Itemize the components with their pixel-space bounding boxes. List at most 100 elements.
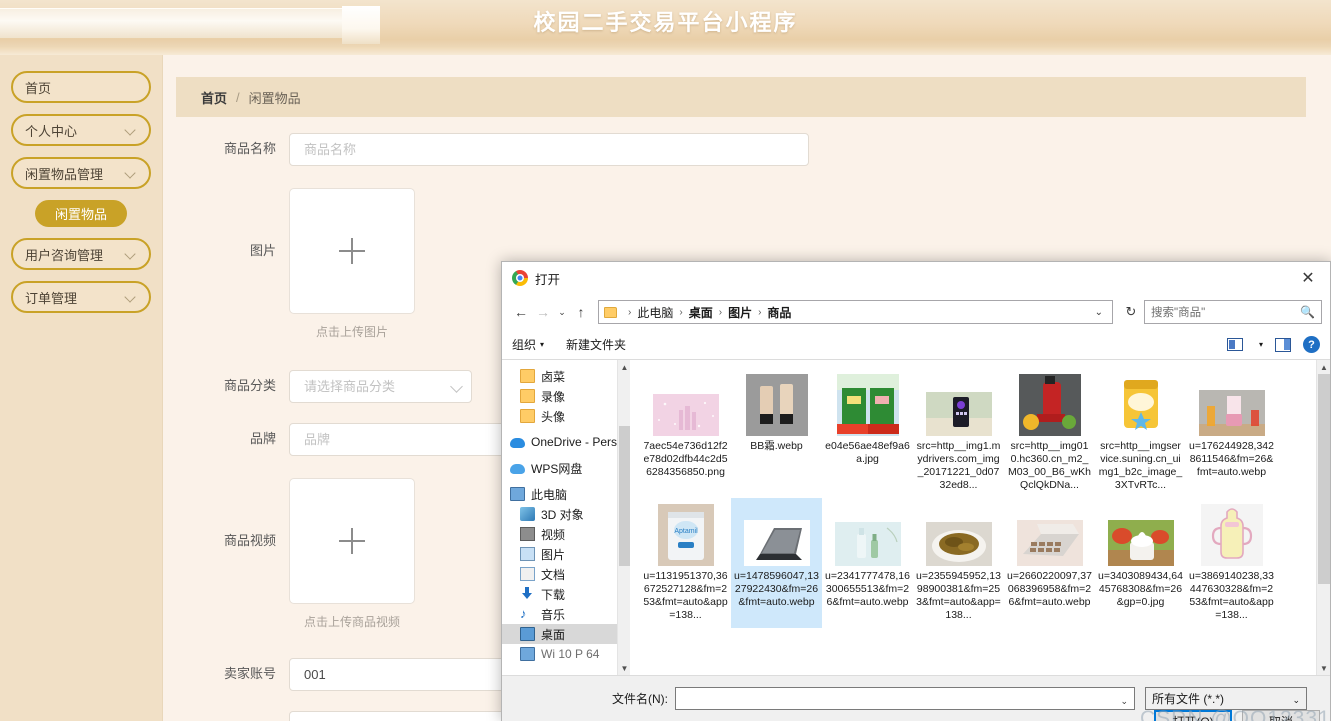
- preview-pane-icon[interactable]: [1275, 337, 1291, 352]
- tree-item-label: 头像: [541, 409, 566, 424]
- filename-input[interactable]: ⌄: [675, 687, 1135, 710]
- folder-icon: [520, 369, 535, 383]
- new-folder-button[interactable]: 新建文件夹: [566, 336, 626, 353]
- file-item[interactable]: BB霜.webp: [731, 368, 822, 498]
- toolbar-right-group: ▾ ?: [1226, 336, 1320, 353]
- file-item[interactable]: u=3869140238,33447630328&fm=253&fmt=auto…: [1186, 498, 1277, 628]
- file-name: u=2660220097,37068396958&fm=26&fmt=auto.…: [1007, 570, 1092, 608]
- goods-name-input[interactable]: [289, 133, 809, 166]
- file-item[interactable]: u=2660220097,37068396958&fm=26&fmt=auto.…: [1004, 498, 1095, 628]
- tree-item-label: 此电脑: [531, 487, 568, 502]
- file-item[interactable]: u=2355945952,1398900381&fm=253&fmt=auto&…: [913, 498, 1004, 628]
- file-item[interactable]: src=http__img1.mydrivers.com_img_2017122…: [913, 368, 1004, 498]
- file-item[interactable]: e04e56ae48ef9a6a.jpg: [822, 368, 913, 498]
- filetype-select[interactable]: 所有文件 (*.*) ⌄: [1145, 687, 1307, 710]
- breadcrumb-home[interactable]: 首页: [201, 88, 227, 107]
- laptop-silver-thumb: [743, 520, 810, 566]
- recent-locations-icon[interactable]: ⌄: [554, 307, 570, 318]
- sidebar-item-idle-goods-management[interactable]: 闲置物品管理: [11, 157, 151, 189]
- sidebar: 首页 个人中心 闲置物品管理 闲置物品 用户咨询管理 订单管理: [0, 55, 163, 721]
- tree-item-label: WPS网盘: [531, 461, 583, 476]
- address-crumb-3[interactable]: 商品: [767, 304, 791, 321]
- tree-item-documents[interactable]: 文档: [502, 564, 630, 584]
- scroll-thumb[interactable]: [619, 426, 630, 566]
- address-crumb-1[interactable]: 桌面: [689, 304, 713, 321]
- sidebar-item-order-management[interactable]: 订单管理: [11, 281, 151, 313]
- organize-button[interactable]: 组织 ▾: [512, 336, 544, 353]
- sidebar-subitem-idle-goods[interactable]: 闲置物品: [35, 200, 127, 227]
- cosmetics-pink-thumb: [652, 394, 719, 436]
- tree-scrollbar[interactable]: ▲ ▼: [617, 360, 630, 675]
- baby-bottle-thumb: [1200, 504, 1263, 566]
- view-options-icon[interactable]: [1226, 338, 1243, 351]
- tree-item-videos[interactable]: 视频: [502, 524, 630, 544]
- file-item[interactable]: 7aec54e736d12f2e78d02dfb44c2d56284356850…: [640, 368, 731, 498]
- skincare-bottles-thumb: [834, 522, 901, 566]
- goods-image-control: 点击上传图片: [289, 188, 415, 340]
- tree-item-windows-drive[interactable]: Wi 10 P 64: [502, 644, 630, 664]
- goods-category-select[interactable]: 请选择商品分类: [289, 370, 472, 403]
- file-item[interactable]: src=http__imgservice.suning.cn_uimg1_b2c…: [1095, 368, 1186, 498]
- tree-item-downloads[interactable]: 下载: [502, 584, 630, 604]
- dialog-buttons: 打开(O) 取消: [1154, 710, 1320, 721]
- scroll-up-icon[interactable]: ▲: [1317, 360, 1330, 374]
- search-box[interactable]: 搜索"商品" 🔍: [1144, 300, 1322, 324]
- address-crumb-0[interactable]: 此电脑: [637, 304, 673, 321]
- cancel-button[interactable]: 取消: [1242, 710, 1320, 721]
- file-name: u=176244928,3428611546&fm=26&fmt=auto.we…: [1189, 440, 1274, 478]
- refresh-icon[interactable]: ↻: [1118, 300, 1144, 324]
- sidebar-item-user-consultation-management[interactable]: 用户咨询管理: [11, 238, 151, 270]
- cloud-icon: [510, 438, 525, 448]
- scroll-down-icon[interactable]: ▼: [618, 661, 630, 675]
- scroll-thumb[interactable]: [1318, 374, 1330, 584]
- folder-icon: [604, 306, 617, 318]
- back-icon[interactable]: ←: [510, 300, 532, 324]
- milk-can-blue-thumb: Aptamil: [657, 504, 714, 566]
- scroll-down-icon[interactable]: ▼: [1317, 661, 1330, 675]
- file-list-scrollbar[interactable]: ▲ ▼: [1316, 360, 1330, 675]
- tree-item-lucai[interactable]: 卤菜: [502, 366, 630, 386]
- search-input[interactable]: 搜索"商品": [1151, 304, 1300, 320]
- address-crumb-2[interactable]: 图片: [728, 304, 752, 321]
- forward-icon[interactable]: →: [532, 300, 554, 324]
- up-icon[interactable]: ↑: [570, 300, 592, 324]
- tree-item-pictures[interactable]: 图片: [502, 544, 630, 564]
- sidebar-item-personal-center[interactable]: 个人中心: [11, 114, 151, 146]
- tree-item-music[interactable]: ♪ 音乐: [502, 604, 630, 624]
- tree-item-3d-objects[interactable]: 3D 对象: [502, 504, 630, 524]
- goods-category-value: 请选择商品分类: [304, 379, 396, 394]
- dialog-body: 卤菜 录像 头像 OneDrive - Pers... WPS网盘 此电脑 3D…: [502, 360, 1330, 676]
- file-name: BB霜.webp: [750, 440, 803, 452]
- file-item[interactable]: u=176244928,3428611546&fm=26&fmt=auto.we…: [1186, 368, 1277, 498]
- eyeshadow-palette-thumb: [1016, 520, 1083, 566]
- tree-item-desktop[interactable]: 桌面: [502, 624, 630, 644]
- address-dropdown-icon[interactable]: ⌄: [1091, 307, 1107, 318]
- image-upload-box[interactable]: [289, 188, 415, 314]
- file-name: u=1131951370,36672527128&fm=253&fmt=auto…: [643, 570, 728, 621]
- file-item[interactable]: u=3403089434,6445768308&fm=26&gp=0.jpg: [1095, 498, 1186, 628]
- help-icon[interactable]: ?: [1303, 336, 1320, 353]
- tree-item-wps-cloud[interactable]: WPS网盘: [502, 458, 630, 478]
- file-name: u=3869140238,33447630328&fm=253&fmt=auto…: [1189, 570, 1274, 621]
- chevron-down-icon[interactable]: ⌄: [1120, 696, 1128, 707]
- food-plate-thumb: [925, 522, 992, 566]
- file-item-selected[interactable]: u=1478596047,1327922430&fm=26&fmt=auto.w…: [731, 498, 822, 628]
- video-upload-box[interactable]: [289, 478, 415, 604]
- chevron-down-icon[interactable]: ▾: [1259, 340, 1263, 349]
- red-juicer-thumb: [1018, 374, 1081, 436]
- tree-item-onedrive[interactable]: OneDrive - Pers...: [502, 432, 630, 452]
- scroll-up-icon[interactable]: ▲: [618, 360, 630, 374]
- sidebar-item-home[interactable]: 首页: [11, 71, 151, 103]
- file-item[interactable]: u=2341777478,16300655513&fm=26&fmt=auto.…: [822, 498, 913, 628]
- tree-item-luxiang[interactable]: 录像: [502, 386, 630, 406]
- tree-item-this-pc[interactable]: 此电脑: [502, 484, 630, 504]
- dialog-titlebar[interactable]: 打开 ✕: [502, 262, 1330, 294]
- chevron-down-icon: ⌄: [1292, 695, 1300, 705]
- file-item[interactable]: src=http__img010.hc360.cn_m2_M03_00_B6_w…: [1004, 368, 1095, 498]
- tree-item-touxiang[interactable]: 头像: [502, 406, 630, 426]
- file-name: src=http__imgservice.suning.cn_uimg1_b2c…: [1098, 440, 1183, 491]
- file-item[interactable]: Aptamil u=1131951370,36672527128&fm=253&…: [640, 498, 731, 628]
- open-button[interactable]: 打开(O): [1154, 710, 1232, 721]
- close-icon[interactable]: ✕: [1286, 262, 1330, 294]
- address-bar[interactable]: › 此电脑 › 桌面 › 图片 › 商品 ⌄: [598, 300, 1113, 324]
